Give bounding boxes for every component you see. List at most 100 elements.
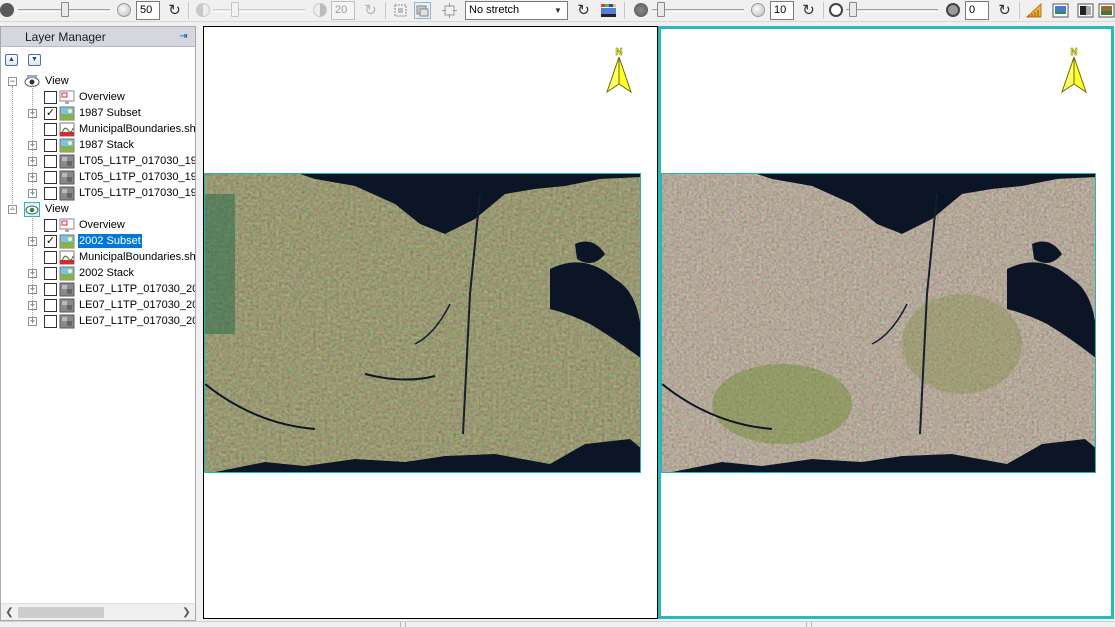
- map-view-2002[interactable]: N: [658, 26, 1114, 619]
- horizontal-scrollbar[interactable]: ❮ ❯: [1, 603, 195, 620]
- move-layer-up-button[interactable]: ▲: [5, 54, 18, 66]
- layer-label: 1987 Stack: [79, 139, 135, 151]
- layer-visibility-checkbox[interactable]: [44, 299, 57, 312]
- raster-image-1987-subset[interactable]: [204, 173, 641, 473]
- tree-connector: [32, 85, 33, 193]
- transparency-value-input[interactable]: 10: [770, 1, 794, 20]
- rgb-composite-icon[interactable]: [1098, 2, 1115, 19]
- color-table-icon[interactable]: [600, 2, 617, 19]
- overview-icon: [59, 218, 75, 233]
- map-view-1987[interactable]: N: [203, 26, 658, 619]
- transparency-slider-thumb[interactable]: [657, 2, 665, 17]
- layer-item[interactable]: + 2002 Stack: [1, 265, 195, 281]
- layer-manager-header: Layer Manager ⇥: [1, 27, 195, 47]
- contrast-slider-thumb[interactable]: [231, 2, 239, 17]
- contrast-value-input[interactable]: 20: [331, 1, 355, 20]
- swipe-slider-thumb[interactable]: [849, 2, 857, 17]
- swipe-value-input[interactable]: 0: [965, 1, 989, 20]
- layer-label: Overview: [79, 219, 125, 231]
- layer-label: LT05_L1TP_017030_19: [79, 155, 195, 167]
- layer-item[interactable]: + ✓ 2002 Subset: [1, 233, 195, 249]
- layer-visibility-checkbox[interactable]: [44, 187, 57, 200]
- layer-visibility-checkbox[interactable]: [44, 283, 57, 296]
- status-pane: [806, 622, 807, 627]
- scroll-right-icon[interactable]: ❯: [179, 605, 194, 620]
- image-properties-icon[interactable]: [1052, 2, 1069, 19]
- layer-item[interactable]: MunicipalBoundaries.shp: [1, 121, 195, 137]
- layer-visibility-checkbox[interactable]: [44, 91, 57, 104]
- band-icon: [59, 298, 75, 313]
- layer-item[interactable]: + LE07_L1TP_017030_20: [1, 281, 195, 297]
- layer-visibility-checkbox[interactable]: [44, 139, 57, 152]
- stretch-reset-icon[interactable]: ↻: [575, 2, 592, 19]
- layer-item[interactable]: Overview: [1, 89, 195, 105]
- layer-visibility-checkbox[interactable]: [44, 251, 57, 264]
- zoom-layer-icon[interactable]: [414, 2, 431, 19]
- layer-visibility-checkbox[interactable]: [44, 267, 57, 280]
- status-pane: [405, 622, 406, 627]
- band-icon: [59, 154, 75, 169]
- layer-visibility-checkbox[interactable]: ✓: [44, 235, 57, 248]
- zoom-to-extent-icon[interactable]: [392, 2, 409, 19]
- collapse-icon[interactable]: −: [8, 77, 17, 86]
- layer-item[interactable]: MunicipalBoundaries.shp: [1, 249, 195, 265]
- histogram-icon[interactable]: [1025, 2, 1043, 19]
- layer-visibility-checkbox[interactable]: [44, 219, 57, 232]
- contrast-slider[interactable]: [213, 9, 305, 12]
- layer-label: LE07_L1TP_017030_20: [79, 299, 195, 311]
- layer-item[interactable]: + LE07_L1TP_017030_20: [1, 313, 195, 329]
- layer-label: MunicipalBoundaries.shp: [79, 251, 195, 263]
- move-layer-down-button[interactable]: ▼: [28, 54, 41, 66]
- layer-item[interactable]: + LE07_L1TP_017030_20: [1, 297, 195, 313]
- pan-icon[interactable]: [441, 2, 458, 19]
- contrast-reset-icon[interactable]: ↻: [362, 2, 379, 19]
- auto-hide-pin-icon[interactable]: ⇥: [176, 30, 191, 43]
- north-arrow-label: N: [1070, 47, 1077, 58]
- transparency-slider[interactable]: [652, 9, 744, 12]
- swipe-slider[interactable]: [846, 9, 938, 12]
- scroll-left-icon[interactable]: ❮: [2, 605, 17, 620]
- raster-icon: [59, 266, 75, 281]
- grayscale-icon[interactable]: [1077, 2, 1094, 19]
- layer-item[interactable]: + LT05_L1TP_017030_19: [1, 169, 195, 185]
- north-arrow-label: N: [615, 47, 622, 58]
- layer-order-controls: ▲ ▼: [1, 48, 195, 72]
- status-pane: [400, 622, 401, 627]
- toolbar-separator: [385, 2, 386, 19]
- layer-visibility-checkbox[interactable]: [44, 155, 57, 168]
- layer-item[interactable]: Overview: [1, 217, 195, 233]
- raster-image-2002-subset[interactable]: [661, 173, 1096, 473]
- toolbar-separator: [1019, 2, 1020, 19]
- scrollbar-thumb[interactable]: [18, 607, 104, 618]
- layer-label: LE07_L1TP_017030_20: [79, 315, 195, 327]
- view-node[interactable]: − View: [1, 73, 195, 89]
- transparency-high-icon: [751, 3, 765, 17]
- view-label: View: [45, 203, 69, 215]
- brightness-reset-icon[interactable]: ↻: [166, 2, 183, 19]
- layer-item[interactable]: + 1987 Stack: [1, 137, 195, 153]
- brightness-value-input[interactable]: 50: [136, 1, 160, 20]
- chevron-down-icon[interactable]: ▼: [551, 3, 565, 18]
- band-icon: [59, 186, 75, 201]
- layer-visibility-checkbox[interactable]: ✓: [44, 107, 57, 120]
- transparency-reset-icon[interactable]: ↻: [800, 2, 817, 19]
- layer-visibility-checkbox[interactable]: [44, 171, 57, 184]
- transparency-low-icon: [634, 3, 648, 17]
- toolbar-separator: [188, 2, 189, 19]
- swipe-reset-icon[interactable]: ↻: [996, 2, 1013, 19]
- tree-connector: [32, 213, 33, 321]
- contrast-low-icon: [196, 3, 210, 17]
- view-node[interactable]: − View: [1, 201, 195, 217]
- swipe-high-icon: [946, 3, 960, 17]
- toolbar-separator: [823, 2, 824, 19]
- layer-item[interactable]: + LT05_L1TP_017030_19: [1, 185, 195, 201]
- layer-item[interactable]: + LT05_L1TP_017030_19: [1, 153, 195, 169]
- layer-item[interactable]: + ✓ 1987 Subset: [1, 105, 195, 121]
- layer-label: LE07_L1TP_017030_20: [79, 283, 195, 295]
- layer-visibility-checkbox[interactable]: [44, 123, 57, 136]
- layer-visibility-checkbox[interactable]: [44, 315, 57, 328]
- raster-icon: [59, 106, 75, 121]
- raster-icon: [59, 234, 75, 249]
- stretch-type-select[interactable]: No stretch ▼: [465, 1, 568, 20]
- brightness-slider-thumb[interactable]: [61, 2, 69, 17]
